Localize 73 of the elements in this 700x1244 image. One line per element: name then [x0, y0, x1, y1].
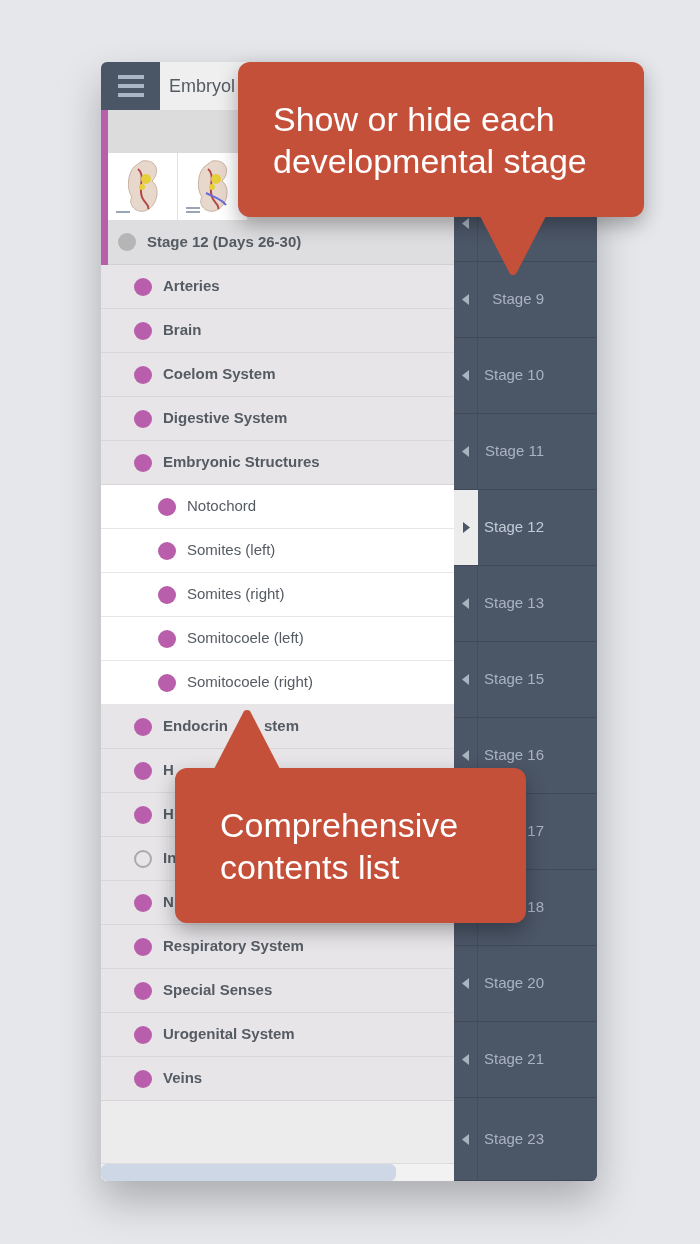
- stage-tab[interactable]: Stage 12: [454, 490, 597, 566]
- item-label: Brain: [163, 320, 202, 341]
- item-label: Notochord: [187, 496, 257, 517]
- list-item[interactable]: Arteries: [101, 265, 454, 309]
- stage-tab[interactable]: Stage 21: [454, 1022, 597, 1098]
- scrollbar-thumb[interactable]: [101, 1164, 396, 1181]
- caret-left-icon: [462, 1054, 469, 1065]
- item-label: Urogenital System: [163, 1024, 295, 1045]
- stage-label: Stage 11: [484, 441, 544, 462]
- stage-tab[interactable]: Stage 15: [454, 642, 597, 718]
- stage-label: Stage 23: [484, 1128, 544, 1149]
- list-item[interactable]: Endocrin stem: [101, 705, 454, 749]
- list-item[interactable]: Urogenital System: [101, 1013, 454, 1057]
- item-label: H: [163, 760, 174, 781]
- stage-label: Stage 12: [484, 517, 544, 538]
- stage-title: Stage 12 (Days 26-30): [147, 231, 302, 252]
- stage-tab[interactable]: Stage 23: [454, 1098, 597, 1181]
- item-label: N: [163, 892, 174, 913]
- caret-left-icon: [462, 750, 469, 761]
- item-label: Somitocoele (left): [187, 628, 304, 649]
- stage-header[interactable]: Stage 12 (Days 26-30): [108, 220, 454, 265]
- sub-list-item[interactable]: Notochord: [101, 485, 454, 529]
- caret-left-icon: [462, 370, 469, 381]
- caret-left-icon: [462, 598, 469, 609]
- caret-left-icon: [462, 218, 469, 229]
- item-label: Somitocoele (right): [187, 672, 313, 693]
- callout-text: Show or hide each developmental stage: [273, 99, 588, 182]
- item-label: Embryonic Structures: [163, 452, 320, 473]
- stage-label: 17: [526, 821, 544, 842]
- item-label: Endocrin: [163, 716, 228, 737]
- callout-text: Comprehensive contents list: [220, 805, 460, 888]
- stage-label: Stage 16: [484, 745, 544, 766]
- stage-label: Stage 9: [491, 289, 544, 310]
- caret-left-icon: [462, 294, 469, 305]
- stage-tab[interactable]: Stage 10: [454, 338, 597, 414]
- list-item[interactable]: Coelom System: [101, 353, 454, 397]
- list-item[interactable]: Embryonic Structures: [101, 441, 454, 485]
- list-item[interactable]: Brain: [101, 309, 454, 353]
- caret-right-icon: [462, 522, 470, 533]
- item-label: Digestive System: [163, 408, 288, 429]
- item-label: In: [163, 848, 177, 869]
- item-label: Respiratory System: [163, 936, 304, 957]
- stage-label: Stage 15: [484, 669, 544, 690]
- sub-list-item[interactable]: Somitocoele (left): [101, 617, 454, 661]
- caret-left-icon: [462, 446, 469, 457]
- stage-label: Stage 13: [484, 593, 544, 614]
- menu-button[interactable]: [101, 62, 160, 110]
- item-label: H: [163, 804, 174, 825]
- caret-left-icon: [462, 978, 469, 989]
- sub-list-item[interactable]: Somitocoele (right): [101, 661, 454, 705]
- stage-tab[interactable]: Stage 13: [454, 566, 597, 642]
- list-item[interactable]: Respiratory System: [101, 925, 454, 969]
- stage-label: Stage 21: [484, 1049, 544, 1070]
- item-label: stem: [264, 716, 300, 737]
- stage-tab[interactable]: Stage 11: [454, 414, 597, 490]
- item-label: Arteries: [163, 276, 220, 297]
- sub-list-item[interactable]: Somites (left): [101, 529, 454, 573]
- stage-tab[interactable]: Stage 20: [454, 946, 597, 1022]
- window-title: Embryol: [169, 74, 235, 98]
- sub-list-item[interactable]: Somites (right): [101, 573, 454, 617]
- stage-label: 18: [526, 897, 544, 918]
- caret-left-icon: [462, 1133, 469, 1145]
- list-item[interactable]: Special Senses: [101, 969, 454, 1013]
- stage-label: Stage 10: [484, 365, 544, 386]
- list-item[interactable]: Veins: [101, 1057, 454, 1101]
- stage-label: Stage 20: [484, 973, 544, 994]
- item-label: Coelom System: [163, 364, 276, 385]
- item-label: Veins: [163, 1068, 203, 1089]
- caret-left-icon: [462, 674, 469, 685]
- item-label: Somites (left): [187, 540, 276, 561]
- item-label: Special Senses: [163, 980, 273, 1001]
- list-item[interactable]: Digestive System: [101, 397, 454, 441]
- item-label: Somites (right): [187, 584, 285, 605]
